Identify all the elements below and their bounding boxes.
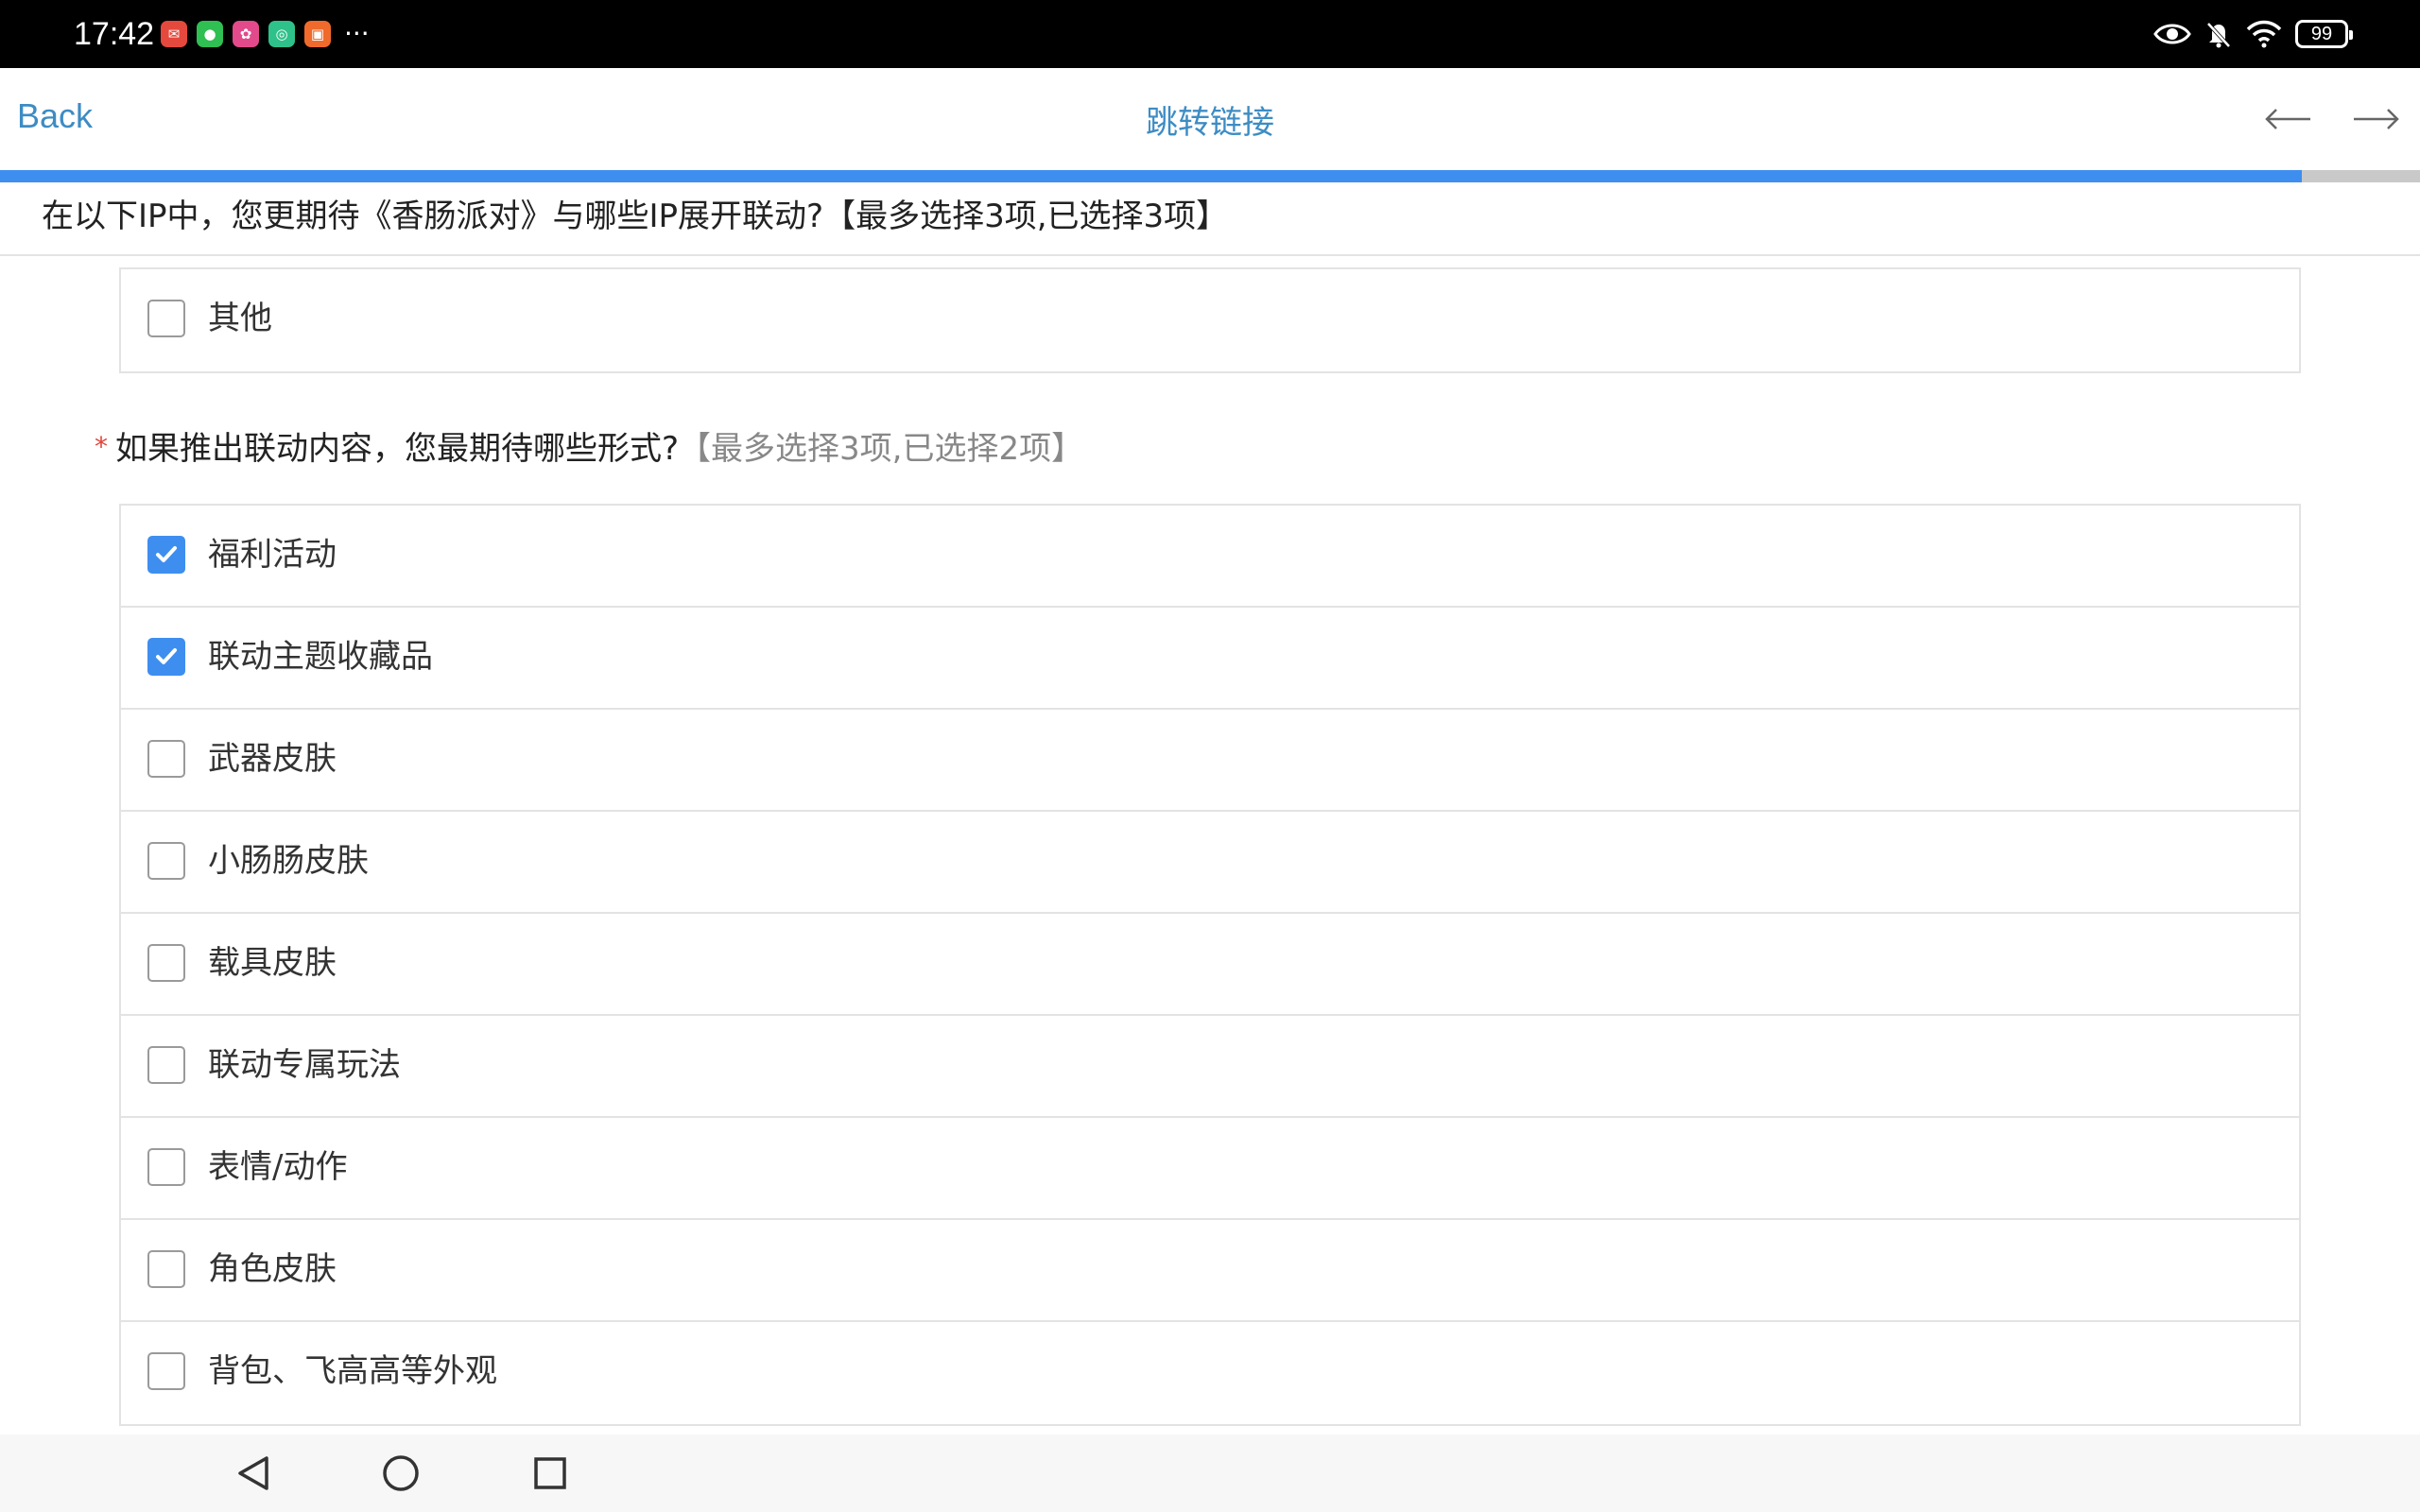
mute-bell-icon [2204,20,2233,48]
option-row[interactable]: 表情/动作 [121,1118,2299,1220]
option-other[interactable]: 其他 [121,269,2299,371]
checkbox[interactable] [147,842,185,880]
question-2-text: 如果推出联动内容，您最期待哪些形式? [115,430,680,468]
game-app-icon: ✿ [233,21,259,47]
arrow-left-icon[interactable] [2257,93,2318,146]
recents-square-icon[interactable] [522,1450,579,1497]
option-label: 其他 [208,300,272,337]
checkbox[interactable] [147,300,185,337]
survey-content[interactable]: 其他 * 如果推出联动内容，您最期待哪些形式?【最多选择3项,已选择2项】 福利活… [0,256,2420,1435]
option-row[interactable]: 武器皮肤 [121,710,2299,812]
option-label: 载具皮肤 [208,944,337,982]
option-label: 背包、飞高高等外观 [208,1352,497,1390]
question-2-title: * 如果推出联动内容，您最期待哪些形式?【最多选择3项,已选择2项】 [95,424,1083,472]
wifi-icon [2246,20,2282,48]
required-mark: * [95,431,108,462]
checkbox-checked[interactable] [147,536,185,574]
back-triangle-icon[interactable] [225,1450,282,1497]
option-label: 表情/动作 [208,1148,348,1186]
option-row[interactable]: 小肠肠皮肤 [121,812,2299,914]
battery-icon: 99 [2295,20,2353,48]
arrow-right-icon[interactable] [2346,93,2407,146]
option-label: 联动主题收藏品 [208,638,433,676]
sticky-question-header: 在以下IP中，您更期待《香肠派对》与哪些IP展开联动?【最多选择3项,已选择3项… [0,182,2420,256]
option-row[interactable]: 背包、飞高高等外观 [121,1322,2299,1424]
checkbox[interactable] [147,1352,185,1390]
option-label: 联动专属玩法 [208,1046,401,1084]
checkbox[interactable] [147,740,185,778]
option-row[interactable]: 角色皮肤 [121,1220,2299,1322]
option-label: 小肠肠皮肤 [208,842,369,880]
store-app-icon: ▣ [304,21,331,47]
status-bar: 17:42 ✉ ● ✿ ◎ ▣ ··· 99 [0,0,2420,68]
option-row[interactable]: 福利活动 [121,506,2299,608]
status-time: 17:42 [74,16,155,52]
checkbox[interactable] [147,1148,185,1186]
eye-icon [2153,21,2191,47]
home-circle-icon[interactable] [372,1450,429,1497]
progress-fill [0,170,2302,182]
wechat-app-icon: ● [197,21,223,47]
page-title: 跳转链接 [1146,104,1274,142]
nav-arrows [2257,93,2420,146]
option-row[interactable]: 载具皮肤 [121,914,2299,1016]
option-label: 角色皮肤 [208,1250,337,1288]
option-row[interactable]: 联动主题收藏品 [121,608,2299,710]
screen: 17:42 ✉ ● ✿ ◎ ▣ ··· 99 Back 跳转链接 在以下IP中，… [0,0,2420,1512]
mail-app-icon: ✉ [161,21,187,47]
option-label: 福利活动 [208,536,337,574]
q2-options-group: 福利活动联动主题收藏品 武器皮肤小肠肠皮肤载具皮肤联动专属玩法 表情/动作角色皮肤背… [119,504,2301,1426]
sticky-question-text: 在以下IP中，您更期待《香肠派对》与哪些IP展开联动?【最多选择3项,已选择3项… [42,198,1229,235]
question-2-hint: 【最多选择3项,已选择2项】 [679,430,1084,468]
option-row[interactable]: 联动专属玩法 [121,1016,2299,1118]
nav-bar: Back 跳转链接 [0,68,2420,170]
checkbox-checked[interactable] [147,638,185,676]
q1-options-group: 其他 [119,267,2301,373]
notification-app-icons: ✉ ● ✿ ◎ ▣ ··· [161,21,370,47]
progress-bar [0,170,2420,182]
more-notifications-icon: ··· [344,18,370,49]
status-indicators: 99 [2153,17,2353,51]
checkbox[interactable] [147,1250,185,1288]
checkbox[interactable] [147,1046,185,1084]
option-label: 武器皮肤 [208,740,337,778]
checkbox[interactable] [147,944,185,982]
system-nav-bar [0,1435,2420,1512]
camera-app-icon: ◎ [268,21,295,47]
